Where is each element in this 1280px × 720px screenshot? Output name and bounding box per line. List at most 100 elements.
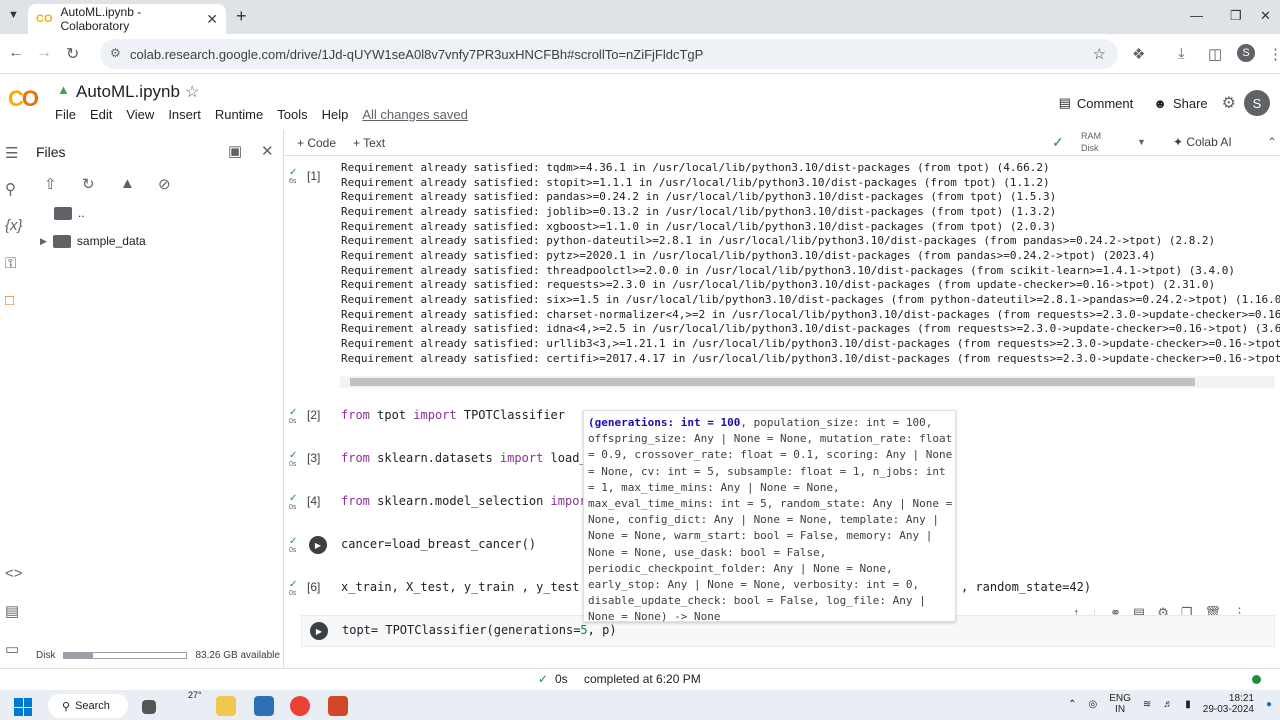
tab-search-chevron-icon[interactable]: ▼ bbox=[8, 9, 19, 21]
mail-icon[interactable] bbox=[254, 696, 274, 716]
cell-3-code[interactable]: from sklearn.datasets import load_bre bbox=[341, 451, 608, 465]
upload-icon[interactable]: ⇧ bbox=[44, 175, 57, 193]
code-text: topt= TPOTClassifier(generations= bbox=[342, 623, 581, 637]
output-line: Requirement already satisfied: joblib>=0… bbox=[341, 204, 1057, 218]
weather-temp[interactable]: 27° bbox=[188, 690, 202, 700]
table-of-contents-icon[interactable]: ☰ bbox=[5, 144, 18, 162]
profile-avatar[interactable]: S bbox=[1237, 44, 1255, 62]
share-label: Share bbox=[1172, 95, 1208, 111]
user-avatar[interactable]: S bbox=[1244, 90, 1270, 116]
reload-icon[interactable]: ↻ bbox=[66, 44, 79, 64]
wifi-icon[interactable]: ≋ bbox=[1143, 699, 1151, 710]
new-tab-icon[interactable]: + bbox=[236, 6, 247, 27]
star-notebook-icon[interactable]: ☆ bbox=[185, 82, 199, 102]
clock-date: 29-03-2024 bbox=[1202, 704, 1254, 715]
command-palette-icon[interactable]: ▤ bbox=[5, 602, 19, 620]
search-icon[interactable]: ⚲ bbox=[5, 180, 16, 198]
menu-tools[interactable]: Tools bbox=[277, 107, 307, 122]
menu-insert[interactable]: Insert bbox=[168, 107, 201, 122]
colab-ai-button[interactable]: ✦ Colab AI bbox=[1173, 135, 1232, 149]
chrome-icon[interactable] bbox=[290, 696, 310, 716]
close-tab-icon[interactable]: ✕ bbox=[206, 11, 218, 28]
cell-5-code[interactable]: cancer=load_breast_cancer() bbox=[341, 537, 536, 551]
clock[interactable]: 18:21 29-03-2024 bbox=[1203, 693, 1254, 715]
bookmark-star-icon[interactable]: ☆ bbox=[1093, 45, 1106, 63]
site-info-icon[interactable]: ⚙ bbox=[110, 46, 121, 60]
browser-tab[interactable]: CO AutoML.ipynb - Colaboratory ✕ bbox=[28, 4, 226, 34]
notebook-title[interactable]: AutoML.ipynb bbox=[76, 82, 180, 102]
menu-view[interactable]: View bbox=[126, 107, 154, 122]
notifications-icon[interactable]: ● bbox=[1266, 699, 1272, 710]
keyword: from bbox=[341, 408, 370, 422]
secrets-key-icon[interactable]: ⚿ bbox=[5, 255, 16, 272]
download-icon[interactable]: ⤓ bbox=[1178, 45, 1185, 62]
task-view-icon[interactable] bbox=[142, 700, 156, 714]
scrollbar-thumb[interactable] bbox=[350, 378, 1195, 386]
menu-runtime[interactable]: Runtime bbox=[215, 107, 263, 122]
output-horizontal-scrollbar[interactable] bbox=[340, 376, 1275, 388]
side-panel-icon[interactable]: ◫ bbox=[1208, 45, 1222, 63]
url-bar[interactable]: ⚙ colab.research.google.com/drive/1Jd-qU… bbox=[100, 39, 1118, 69]
cell-3-status: ✓ 0s bbox=[289, 450, 297, 468]
add-code-button[interactable]: + Code bbox=[297, 136, 336, 150]
expand-chevron-icon[interactable]: ▶ bbox=[40, 236, 47, 247]
file-explorer-icon[interactable] bbox=[216, 696, 236, 716]
back-icon[interactable]: ← bbox=[8, 44, 24, 62]
cell-number: [6] bbox=[307, 580, 321, 594]
parent-dir-row[interactable]: .. bbox=[54, 206, 85, 220]
tab-title: AutoML.ipynb - Colaboratory bbox=[60, 5, 142, 33]
parent-dir-label: .. bbox=[78, 206, 85, 220]
cell-2-code[interactable]: from tpot import TPOTClassifier bbox=[341, 408, 565, 422]
open-in-tab-icon[interactable]: ▣ bbox=[228, 142, 242, 160]
forward-icon[interactable]: → bbox=[36, 44, 52, 62]
add-text-button[interactable]: + Text bbox=[353, 136, 385, 150]
restore-icon[interactable]: ❐ bbox=[1230, 8, 1242, 24]
ram-label: RAM bbox=[1081, 131, 1101, 141]
close-panel-icon[interactable]: ✕ bbox=[261, 142, 274, 160]
folder-row-sample-data[interactable]: ▶ sample_data bbox=[40, 234, 146, 248]
refresh-icon[interactable]: ↻ bbox=[82, 175, 95, 193]
close-window-icon[interactable]: ✕ bbox=[1260, 8, 1271, 24]
taskbar-search[interactable]: ⚲ Search bbox=[48, 694, 128, 718]
cell-6-code[interactable]: x_train, X_test, y_train , y_test = t bbox=[341, 580, 608, 594]
collapse-chevron-icon[interactable]: ⌃ bbox=[1267, 135, 1277, 149]
settings-gear-icon[interactable]: ⚙ bbox=[1222, 93, 1236, 113]
taskbar-search-label: Search bbox=[75, 700, 110, 712]
output-line: Requirement already satisfied: pytz>=202… bbox=[341, 248, 1156, 262]
resource-indicator[interactable]: RAM Disk bbox=[1081, 130, 1101, 154]
code-snippets-icon[interactable]: <> bbox=[5, 565, 23, 582]
volume-icon[interactable]: ♬ bbox=[1163, 699, 1173, 710]
menu-file[interactable]: File bbox=[55, 107, 76, 122]
run-cell-button[interactable]: ▶ bbox=[309, 536, 327, 554]
language-indicator[interactable]: ENG IN bbox=[1109, 693, 1131, 715]
menu-edit[interactable]: Edit bbox=[90, 107, 112, 122]
files-folder-icon[interactable]: □ bbox=[5, 292, 14, 309]
windows-start-icon[interactable] bbox=[14, 698, 32, 716]
comment-icon: ▤ bbox=[1058, 95, 1071, 110]
header-actions: ▤ Comment ☻ Share ⚙ S bbox=[1053, 90, 1270, 116]
share-button[interactable]: ☻ Share bbox=[1147, 93, 1213, 114]
mount-drive-icon[interactable]: ▲ bbox=[120, 175, 135, 192]
colab-logo[interactable]: CO bbox=[8, 86, 39, 112]
menu-help[interactable]: Help bbox=[322, 107, 349, 122]
left-rail: ☰ ⚲ {x} ⚿ □ <> ▤ ▭ bbox=[0, 130, 28, 668]
tray-chevron-icon[interactable]: ⌃ bbox=[1068, 699, 1076, 710]
cell-7-code[interactable]: topt= TPOTClassifier(generations=5, p) bbox=[342, 623, 617, 637]
extensions-icon[interactable]: ❖ bbox=[1132, 45, 1145, 63]
variables-icon[interactable]: {x} bbox=[5, 217, 23, 234]
runtime-status-dot bbox=[1252, 675, 1261, 684]
save-status[interactable]: All changes saved bbox=[362, 107, 468, 122]
cell-4-code[interactable]: from sklearn.model_selection import t bbox=[341, 494, 608, 508]
runtime-dropdown-icon[interactable]: ▼ bbox=[1137, 137, 1146, 147]
output-line: Requirement already satisfied: threadpoo… bbox=[341, 263, 1236, 277]
hide-files-icon[interactable]: ⊘ bbox=[158, 175, 171, 193]
terminal-icon[interactable]: ▭ bbox=[5, 640, 19, 658]
browser-menu-icon[interactable]: ⋮ bbox=[1268, 45, 1280, 63]
output-line: Requirement already satisfied: certifi>=… bbox=[341, 351, 1280, 365]
comment-button[interactable]: ▤ Comment bbox=[1053, 92, 1140, 114]
minimize-icon[interactable]: — bbox=[1190, 8, 1203, 23]
location-icon[interactable]: ◎ bbox=[1088, 699, 1097, 710]
battery-icon[interactable]: ▮ bbox=[1185, 699, 1191, 710]
powerpoint-icon[interactable] bbox=[328, 696, 348, 716]
run-cell-button[interactable]: ▶ bbox=[310, 622, 328, 640]
